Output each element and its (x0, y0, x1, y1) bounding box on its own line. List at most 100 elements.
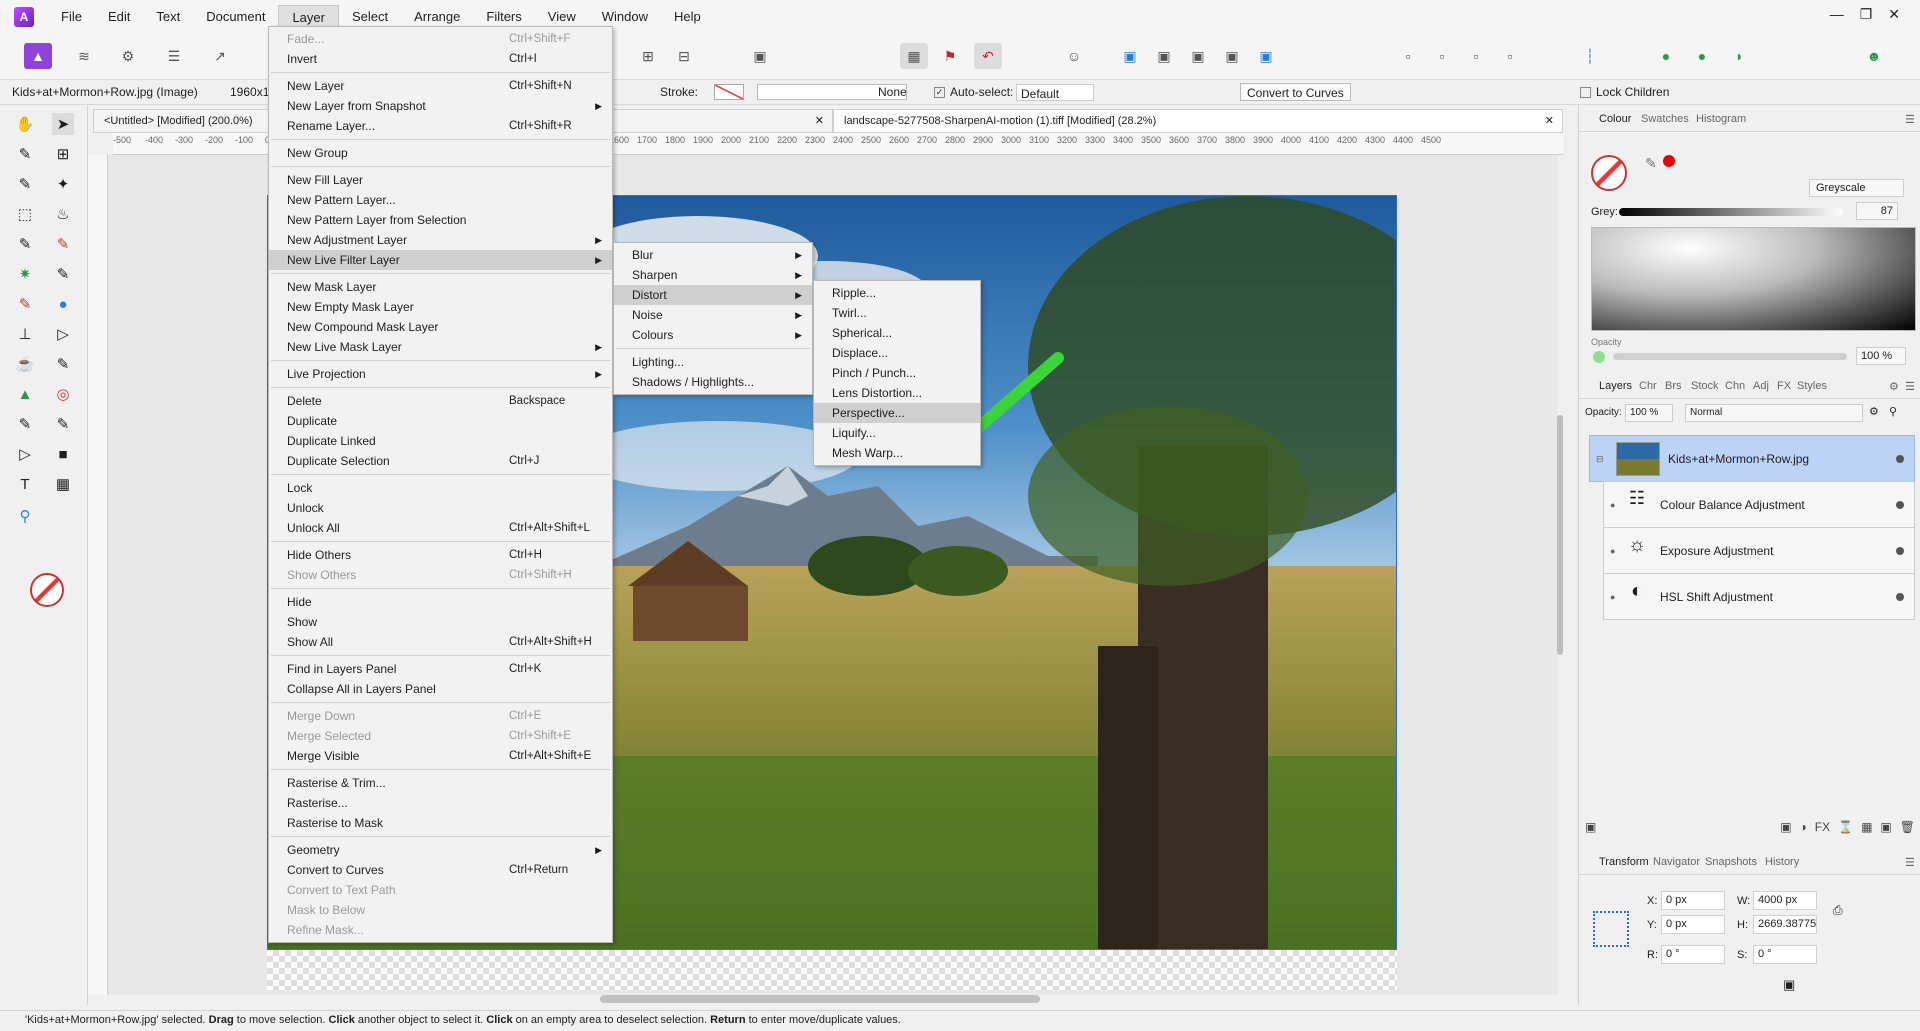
layers-settings-icon[interactable]: ⚙ (1889, 380, 1899, 393)
grey-slider[interactable] (1619, 208, 1843, 216)
trash-icon[interactable]: 🗑 (1900, 820, 1915, 842)
menu-item-duplicate-selection[interactable]: Duplicate Selection Ctrl+J (269, 451, 612, 471)
menu-item-unlock-all[interactable]: Unlock All Ctrl+Alt+Shift+L (269, 518, 612, 538)
menu-item-new-live-mask-layer[interactable]: New Live Mask Layer ▶ (269, 337, 612, 357)
menu-item-new-pattern-layer-from-selection[interactable]: New Pattern Layer from Selection (269, 210, 612, 230)
menu-item-show-all[interactable]: Show All Ctrl+Alt+Shift+H (269, 632, 612, 652)
blend-options-icon[interactable]: ⚙ (1869, 405, 1879, 418)
layer-row-exposure[interactable]: ● ☼ Exposure Adjustment (1603, 527, 1915, 574)
lock-children-checkbox[interactable] (1580, 87, 1591, 98)
menu-item-lock[interactable]: Lock (269, 478, 612, 498)
layer-op-2-icon[interactable]: ▣ (1150, 43, 1178, 69)
tab-chr[interactable]: Chr (1639, 380, 1657, 392)
marquee-tool-icon[interactable]: ⬚ (14, 203, 36, 225)
colour-mode-dropdown[interactable]: Greyscale (1809, 179, 1904, 197)
align-icon[interactable]: ┆ (1576, 43, 1604, 69)
boolean-3-icon[interactable]: ◑ (1724, 43, 1752, 69)
node-tool-icon[interactable]: ✎ (52, 353, 74, 375)
snapping-icon[interactable]: ▦ (900, 43, 928, 69)
panel-menu-icon[interactable]: ☰ (1905, 113, 1915, 126)
tab-colour[interactable]: Colour (1599, 113, 1631, 125)
menu-item-new-compound-mask-layer[interactable]: New Compound Mask Layer (269, 317, 612, 337)
menu-file[interactable]: File (48, 5, 95, 30)
crop-tool-icon[interactable]: ⊞ (52, 143, 74, 165)
menu-edit[interactable]: Edit (95, 5, 143, 30)
menu-item-hide-others[interactable]: Hide Others Ctrl+H (269, 545, 612, 565)
menu-item-new-empty-mask-layer[interactable]: New Empty Mask Layer (269, 297, 612, 317)
menu-document[interactable]: Document (193, 5, 278, 30)
convert-to-curves-button[interactable]: Convert to Curves (1240, 83, 1351, 101)
menu-item-geometry[interactable]: Geometry ▶ (269, 840, 612, 860)
account-icon[interactable]: ☻ (1860, 43, 1888, 69)
group-icon[interactable]: ▦ (1861, 820, 1872, 842)
add-layer-icon[interactable]: ▣ (1116, 43, 1144, 69)
restore-icon[interactable]: ❐ (1860, 6, 1873, 23)
distort-item-spherical[interactable]: Spherical... (814, 323, 980, 343)
menu-item-rasterise-trim[interactable]: Rasterise & Trim... (269, 773, 612, 793)
w-field[interactable]: 4000 px (1753, 891, 1817, 910)
menu-item-new-group[interactable]: New Group (269, 143, 612, 163)
link-ratio-icon[interactable]: ⎙ (1833, 903, 1843, 918)
y-field[interactable]: 0 px (1661, 915, 1725, 934)
quick-mask-icon[interactable]: ▣ (746, 43, 774, 69)
tab-stock[interactable]: Stock (1691, 380, 1719, 392)
tab-layers[interactable]: Layers (1599, 380, 1632, 392)
layer-op-3-icon[interactable]: ▣ (1184, 43, 1212, 69)
inpainting-tool-icon[interactable]: ✎ (14, 413, 36, 435)
photo-persona-icon[interactable]: ▲ (24, 43, 52, 69)
liquify-persona-icon[interactable]: ≋ (70, 43, 98, 69)
fill-stroke-swatch[interactable] (1591, 155, 1627, 191)
grey-value-field[interactable]: 87 (1856, 202, 1898, 220)
vertical-scrollbar[interactable] (1555, 155, 1565, 995)
export-persona-icon[interactable]: ↗ (206, 43, 234, 69)
smudge-tool-icon[interactable]: ✎ (52, 263, 74, 285)
tab-histogram[interactable]: Histogram (1696, 113, 1746, 125)
shear-field[interactable]: 0 ° (1753, 945, 1817, 964)
undo-icon[interactable]: ↶ (974, 43, 1002, 69)
distort-item-lens-distortion[interactable]: Lens Distortion... (814, 383, 980, 403)
zoom-tool-icon[interactable]: ⚲ (14, 505, 36, 527)
menu-text[interactable]: Text (143, 5, 193, 30)
pixel-tool-icon[interactable]: ✎ (52, 233, 74, 255)
menu-item-convert-to-curves[interactable]: Convert to Curves Ctrl+Return (269, 860, 612, 880)
menu-item-rasterise[interactable]: Rasterise... (269, 793, 612, 813)
pen-tool-icon[interactable]: ▷ (52, 323, 74, 345)
text-tool-icon[interactable]: T (14, 473, 36, 495)
flood-select-icon[interactable]: ✦ (52, 173, 74, 195)
menu-item-show[interactable]: Show (269, 612, 612, 632)
autoselect-checkbox[interactable]: ✓ (934, 87, 945, 98)
filter-item-lighting[interactable]: Lighting... (614, 352, 812, 372)
tab-transform[interactable]: Transform (1599, 856, 1649, 868)
transform-menu-icon[interactable]: ☰ (1905, 856, 1915, 869)
layers-menu-icon[interactable]: ☰ (1905, 380, 1915, 393)
filter-item-noise[interactable]: Noise ▶ (614, 305, 812, 325)
menu-item-unlock[interactable]: Unlock (269, 498, 612, 518)
menu-item-collapse-all-in-layers-panel[interactable]: Collapse All in Layers Panel (269, 679, 612, 699)
autoselect-dropdown[interactable]: Default (1016, 84, 1094, 101)
develop-persona-icon[interactable]: ⚙ (114, 43, 142, 69)
rotation-field[interactable]: 0 ° (1661, 945, 1725, 964)
visibility-toggle[interactable] (1896, 501, 1904, 509)
distort-item-perspective[interactable]: Perspective... (814, 403, 980, 423)
menu-item-new-fill-layer[interactable]: New Fill Layer (269, 170, 612, 190)
opacity-slider[interactable] (1613, 353, 1847, 360)
arrange-2-icon[interactable]: ▫ (1428, 43, 1456, 69)
distort-item-displace[interactable]: Displace... (814, 343, 980, 363)
gradient-tool-icon[interactable]: ▲ (14, 383, 36, 405)
healing-tool-icon[interactable]: ☕ (14, 353, 36, 375)
menu-help[interactable]: Help (661, 5, 714, 30)
tab-history[interactable]: History (1765, 856, 1799, 868)
colour-wheel-area[interactable] (1591, 227, 1916, 331)
visibility-toggle[interactable] (1896, 593, 1904, 601)
tab-navigator[interactable]: Navigator (1653, 856, 1700, 868)
tab-fx[interactable]: FX (1777, 380, 1791, 392)
menu-item-invert[interactable]: Invert Ctrl+I (269, 49, 612, 69)
move-tool-icon[interactable]: ➤ (52, 113, 74, 135)
view-tool-icon[interactable]: ✋ (14, 113, 36, 135)
filter-item-shadows-highlights[interactable]: Shadows / Highlights... (614, 372, 812, 392)
erase-tool-icon[interactable]: ✎ (14, 293, 36, 315)
fx-icon[interactable]: FX (1815, 820, 1830, 842)
filter-item-colours[interactable]: Colours ▶ (614, 325, 812, 345)
visibility-toggle[interactable] (1896, 547, 1904, 555)
transform-origin-icon[interactable]: ▣ (1783, 977, 1795, 993)
